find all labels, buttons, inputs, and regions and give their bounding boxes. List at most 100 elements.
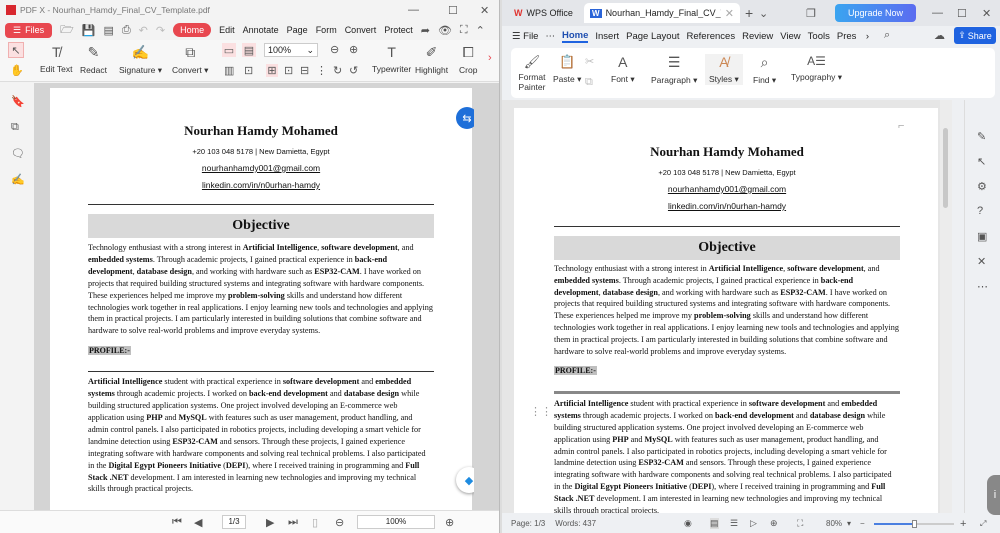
- format-painter-button[interactable]: 🖌 Format Painter: [517, 54, 547, 92]
- zoom-select[interactable]: 100% ⌄: [264, 43, 318, 57]
- maximize-icon[interactable]: ☐: [448, 4, 458, 17]
- copy-icon[interactable]: ⧉: [585, 76, 593, 89]
- redo-icon[interactable]: ↷: [156, 24, 165, 37]
- cut-icon[interactable]: ✂: [585, 55, 594, 68]
- typography-button[interactable]: A☰ Typography ▾: [791, 54, 842, 83]
- paragraph-button[interactable]: ☰ Paragraph ▾: [651, 54, 697, 86]
- upgrade-button[interactable]: Upgrade Now: [835, 4, 916, 22]
- web-view-icon[interactable]: ⊕: [770, 518, 778, 529]
- zoom-slider-handle[interactable]: [912, 520, 917, 528]
- bookmark-icon[interactable]: 🔖: [11, 95, 25, 108]
- outline-view-icon[interactable]: ☰: [730, 518, 738, 529]
- highlight-button[interactable]: ✐ Highlight: [415, 44, 448, 75]
- zoom-in-icon[interactable]: ⊕: [445, 516, 454, 529]
- signature-panel-icon[interactable]: ✍: [11, 173, 25, 186]
- tools-icon[interactable]: ✕: [977, 255, 986, 268]
- more-icon[interactable]: ⋯: [545, 31, 555, 42]
- tab-insert[interactable]: Insert: [595, 31, 619, 42]
- page-view-icon[interactable]: ▤: [710, 518, 719, 529]
- font-button[interactable]: A Font ▾: [611, 54, 635, 85]
- pen-icon[interactable]: ✎: [977, 130, 986, 143]
- thumbnails-icon[interactable]: ⧉: [11, 121, 19, 134]
- comments-icon[interactable]: 🗨: [11, 147, 25, 160]
- menu-scroll-right-icon[interactable]: ›: [866, 31, 869, 42]
- help-icon[interactable]: ?: [977, 205, 983, 217]
- tab-form[interactable]: Form: [316, 25, 337, 35]
- email-link[interactable]: nourhanhamdy001@gmail.com: [554, 184, 900, 194]
- read-mode-icon[interactable]: 👁: [438, 24, 452, 37]
- page-input[interactable]: 1/3: [222, 515, 246, 529]
- first-page-icon[interactable]: ⏮: [172, 516, 182, 529]
- tab-convert[interactable]: Convert: [345, 25, 377, 35]
- fit-page-icon[interactable]: ⊡: [284, 64, 293, 77]
- signature-button[interactable]: ✍ Signature ▾: [119, 44, 162, 76]
- play-icon[interactable]: ▷: [750, 518, 757, 529]
- minimize-icon[interactable]: —: [408, 4, 419, 16]
- fit-visible-icon[interactable]: ⋮: [316, 64, 327, 77]
- image-icon[interactable]: ▣: [977, 230, 987, 243]
- save-icon[interactable]: 💾: [82, 24, 96, 37]
- fit-icon[interactable]: ⛶: [797, 518, 803, 529]
- document-viewport[interactable]: Nourhan Hamdy Mohamed +20 103 048 5178 |…: [34, 83, 499, 510]
- vertical-scrollbar[interactable]: [940, 100, 952, 513]
- crop-button[interactable]: ⧠ Crop: [459, 44, 477, 75]
- scrollbar-thumb[interactable]: [943, 128, 948, 208]
- tab-protect[interactable]: Protect: [384, 25, 413, 35]
- hand-tool-icon[interactable]: ✋: [10, 64, 24, 77]
- info-icon[interactable]: i: [987, 475, 1000, 515]
- tab-document[interactable]: W Nourhan_Hamdy_Final_CV_Te ✕: [584, 3, 740, 23]
- page-view-icon[interactable]: ▯: [312, 516, 318, 529]
- zoom-in-icon[interactable]: +: [960, 518, 966, 530]
- tab-annotate[interactable]: Annotate: [243, 25, 279, 35]
- save-as-icon[interactable]: ▤: [103, 24, 113, 37]
- maximize-icon[interactable]: ☐: [957, 7, 967, 20]
- tab-home[interactable]: Home: [173, 23, 212, 37]
- tab-page[interactable]: Page: [287, 25, 308, 35]
- tab-tools[interactable]: Tools: [808, 31, 830, 42]
- open-icon[interactable]: 🗁: [60, 21, 74, 40]
- zoom-out-icon[interactable]: ⊖: [335, 516, 344, 529]
- file-menu[interactable]: ☰ File: [512, 31, 538, 42]
- typewriter-button[interactable]: T Typewriter: [372, 44, 411, 74]
- more-icon[interactable]: ⋯: [977, 280, 988, 293]
- eye-protection-icon[interactable]: ◉: [684, 518, 692, 529]
- select-tool-icon[interactable]: ↖: [8, 42, 24, 58]
- tab-presentation[interactable]: Pres: [837, 31, 859, 42]
- cloud-upload-icon[interactable]: ☁: [934, 29, 945, 42]
- linkedin-link[interactable]: linkedin.com/in/n0urhan-hamdy: [88, 180, 434, 190]
- prev-page-icon[interactable]: ◀: [194, 516, 202, 529]
- styles-button[interactable]: A̸ Styles ▾: [705, 54, 743, 85]
- fullscreen-icon[interactable]: ⤢: [980, 519, 986, 529]
- rotate-ccw-icon[interactable]: ↺: [349, 64, 358, 77]
- continuous-icon[interactable]: ▤: [242, 43, 256, 57]
- zoom-slider[interactable]: [874, 520, 954, 528]
- minimize-icon[interactable]: —: [932, 7, 943, 19]
- redact-button[interactable]: ✎ Redact: [80, 44, 107, 75]
- workspace-icon[interactable]: ❐: [806, 7, 816, 20]
- single-page-icon[interactable]: ▭: [222, 43, 236, 57]
- last-page-icon[interactable]: ⏭: [288, 516, 298, 529]
- new-tab-icon[interactable]: +: [745, 5, 753, 21]
- close-icon[interactable]: ✕: [480, 4, 489, 17]
- tab-edit[interactable]: Edit: [219, 25, 235, 35]
- tab-wps-office[interactable]: W WPS Office: [508, 3, 579, 23]
- linkedin-link[interactable]: linkedin.com/in/n0urhan-hamdy: [554, 201, 900, 211]
- paste-button[interactable]: 📋 Paste ▾: [553, 54, 581, 85]
- collapse-ribbon-icon[interactable]: ⌃: [476, 24, 485, 37]
- tab-home[interactable]: Home: [561, 30, 589, 43]
- close-tab-icon[interactable]: ✕: [725, 7, 734, 20]
- zoom-dropdown-icon[interactable]: ▾: [847, 519, 851, 528]
- files-button[interactable]: ☰ Files: [5, 22, 53, 38]
- zoom-out-icon[interactable]: −: [860, 519, 865, 528]
- edit-text-button[interactable]: T̸ Edit Text: [40, 44, 72, 74]
- undo-icon[interactable]: ↶: [139, 24, 148, 37]
- search-icon[interactable]: ⌕: [884, 29, 890, 42]
- tab-page-layout[interactable]: Page Layout: [626, 31, 679, 42]
- close-icon[interactable]: ✕: [982, 7, 991, 20]
- find-button[interactable]: ⌕ Find ▾: [753, 54, 776, 86]
- zoom-out-icon[interactable]: ⊖: [330, 43, 339, 56]
- fit-width-icon[interactable]: ⊟: [300, 64, 309, 77]
- fullscreen-icon[interactable]: ⛶: [460, 24, 468, 37]
- select-icon[interactable]: ↖: [977, 155, 986, 168]
- share-icon[interactable]: ➦: [421, 24, 430, 37]
